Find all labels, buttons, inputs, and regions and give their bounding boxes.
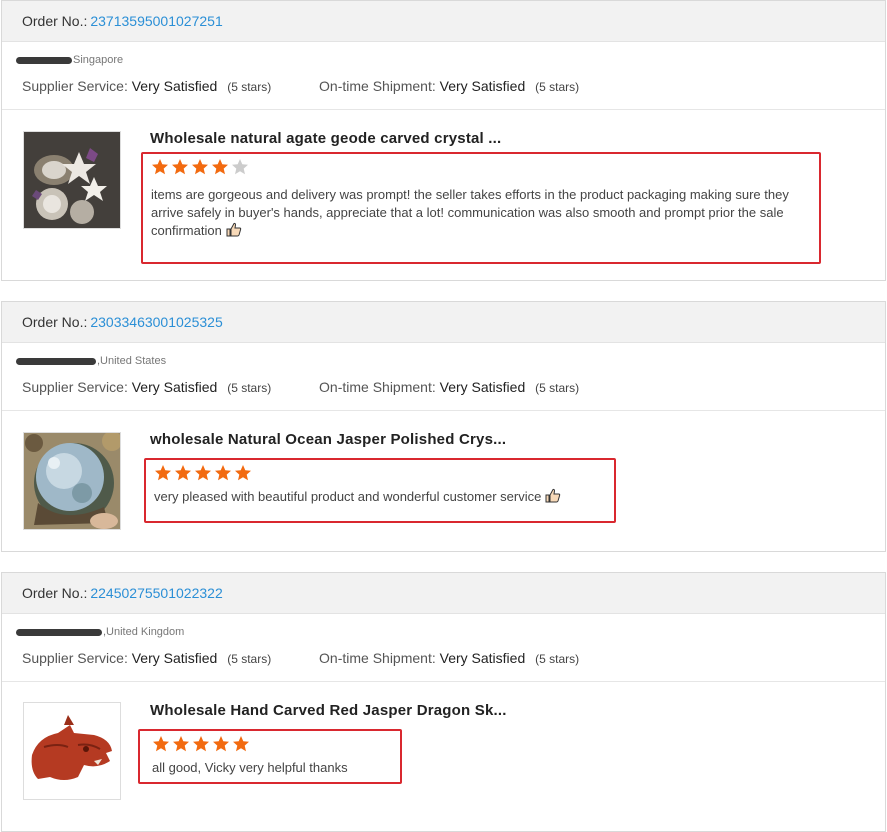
supplier-service-stars: (5 stars) [227, 80, 272, 94]
order-header: Order No.: 23713595001027251 [2, 1, 885, 42]
star-empty-icon [232, 159, 248, 175]
service-ratings: Supplier Service: Very Satisfied (5 star… [22, 78, 579, 94]
product-title[interactable]: Wholesale natural agate geode carved cry… [150, 130, 501, 147]
order-number-link[interactable]: 23033463001025325 [90, 314, 222, 330]
thumbs-up-icon [545, 488, 561, 508]
order-number-link[interactable]: 22450275501022322 [90, 585, 222, 601]
star-filled-icon [175, 465, 191, 481]
service-ratings: Supplier Service: Very Satisfied (5 star… [22, 650, 579, 666]
review-highlight: items are gorgeous and delivery was prom… [141, 152, 821, 264]
star-filled-icon [233, 736, 249, 752]
order-label: Order No.: [22, 585, 88, 601]
buyer-country: ,United Kingdom [103, 626, 185, 638]
star-rating [151, 158, 249, 176]
buyer-info: ,United States [16, 355, 166, 367]
star-filled-icon [193, 736, 209, 752]
star-filled-icon [155, 465, 171, 481]
shipment-stars: (5 stars) [535, 381, 580, 395]
star-filled-icon [152, 159, 168, 175]
divider [2, 681, 885, 682]
star-filled-icon [235, 465, 251, 481]
redacted-buyer-name [16, 628, 102, 636]
buyer-info: ,United Kingdom [16, 626, 184, 638]
review-body: very pleased with beautiful product and … [154, 489, 542, 504]
thumbs-up-icon [226, 222, 242, 242]
shipment-value: Very Satisfied [439, 78, 526, 94]
product-thumbnail[interactable] [23, 432, 121, 530]
redacted-buyer-name [16, 357, 96, 365]
shipment-label: On-time Shipment: [319, 379, 436, 395]
order-card: Order No.: 22450275501022322 ,United Kin… [1, 572, 886, 832]
supplier-service-label: Supplier Service: [22, 379, 128, 395]
product-title[interactable]: wholesale Natural Ocean Jasper Polished … [150, 431, 506, 448]
order-card: Order No.: 23033463001025325 ,United Sta… [1, 301, 886, 552]
star-filled-icon [215, 465, 231, 481]
supplier-service-stars: (5 stars) [227, 381, 272, 395]
supplier-service-value: Very Satisfied [131, 650, 218, 666]
shipment-value: Very Satisfied [439, 650, 526, 666]
shipment-stars: (5 stars) [535, 80, 580, 94]
divider [2, 410, 885, 411]
product-title[interactable]: Wholesale Hand Carved Red Jasper Dragon … [150, 702, 507, 719]
review-body: all good, Vicky very helpful thanks [152, 760, 348, 775]
supplier-service-value: Very Satisfied [131, 379, 218, 395]
order-card: Order No.: 23713595001027251 Singapore S… [1, 0, 886, 281]
star-filled-icon [153, 736, 169, 752]
review-text: all good, Vicky very helpful thanks [152, 759, 392, 777]
order-number-link[interactable]: 23713595001027251 [90, 13, 222, 29]
star-rating [154, 464, 252, 482]
review-highlight: all good, Vicky very helpful thanks [138, 729, 402, 784]
order-header: Order No.: 23033463001025325 [2, 302, 885, 343]
star-filled-icon [172, 159, 188, 175]
supplier-service-stars: (5 stars) [227, 652, 272, 666]
buyer-country: ,United States [97, 355, 167, 367]
review-text: items are gorgeous and delivery was prom… [151, 186, 811, 242]
buyer-country: Singapore [73, 54, 124, 66]
review-body: items are gorgeous and delivery was prom… [151, 187, 789, 238]
buyer-info: Singapore [16, 54, 123, 66]
order-label: Order No.: [22, 314, 88, 330]
redacted-buyer-name [16, 56, 72, 64]
review-highlight: very pleased with beautiful product and … [144, 458, 616, 523]
star-filled-icon [213, 736, 229, 752]
shipment-value: Very Satisfied [439, 379, 526, 395]
shipment-label: On-time Shipment: [319, 78, 436, 94]
star-filled-icon [173, 736, 189, 752]
product-thumbnail[interactable] [23, 702, 121, 800]
review-text: very pleased with beautiful product and … [154, 488, 614, 508]
order-label: Order No.: [22, 13, 88, 29]
star-filled-icon [212, 159, 228, 175]
supplier-service-label: Supplier Service: [22, 78, 128, 94]
supplier-service-label: Supplier Service: [22, 650, 128, 666]
star-filled-icon [195, 465, 211, 481]
product-thumbnail[interactable] [23, 131, 121, 229]
star-filled-icon [192, 159, 208, 175]
star-rating [152, 735, 250, 753]
divider [2, 109, 885, 110]
shipment-label: On-time Shipment: [319, 650, 436, 666]
service-ratings: Supplier Service: Very Satisfied (5 star… [22, 379, 579, 395]
shipment-stars: (5 stars) [535, 652, 580, 666]
order-header: Order No.: 22450275501022322 [2, 573, 885, 614]
supplier-service-value: Very Satisfied [131, 78, 218, 94]
